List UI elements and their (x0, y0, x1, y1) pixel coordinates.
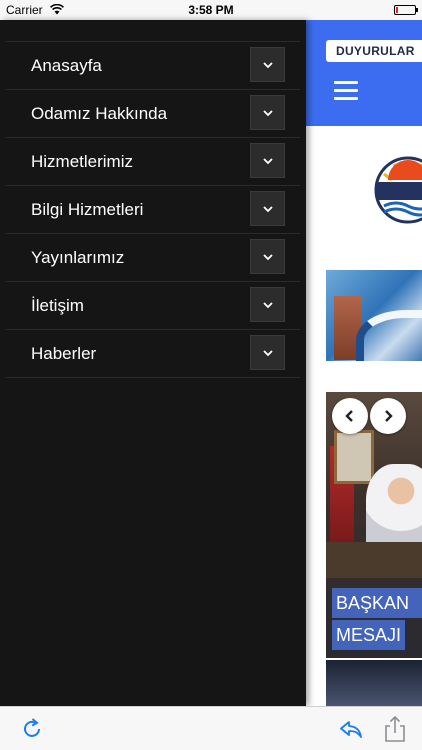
bottom-toolbar (0, 706, 422, 750)
expand-button[interactable] (250, 191, 285, 226)
share-icon[interactable] (381, 715, 409, 743)
chevron-down-icon (262, 349, 273, 356)
chevron-down-icon (262, 157, 273, 164)
menu-item-iletisim[interactable]: İletişim (6, 282, 300, 330)
menu-item-label: Anasayfa (31, 56, 102, 75)
menu-item-label: Haberler (31, 344, 97, 363)
slider-next-button[interactable] (370, 398, 406, 434)
menu-item-label: Bilgi Hizmetleri (31, 200, 144, 219)
menu-item-label: Yayınlarımız (31, 248, 125, 267)
menu-item-hizmetlerimiz[interactable]: Hizmetlerimiz (6, 138, 300, 186)
menu-item-label: İletişim (31, 296, 84, 315)
menu-item-yayinlarimiz[interactable]: Yayınlarımız (6, 234, 300, 282)
hamburger-menu-icon[interactable] (334, 81, 358, 101)
chevron-down-icon (262, 109, 273, 116)
main-page: DUYURULAR BAŞKAN MESAJI (306, 20, 422, 706)
slider-caption-line2[interactable]: MESAJI (332, 620, 406, 650)
chevron-down-icon (262, 301, 273, 308)
menu-item-anasayfa[interactable]: Anasayfa (6, 42, 300, 90)
slider-caption-line1[interactable]: BAŞKAN (332, 588, 422, 618)
refresh-icon[interactable] (18, 715, 46, 743)
side-drawer: Anasayfa Odamız Hakkında Hizmetlerimiz B… (0, 20, 306, 706)
news-slider-image[interactable] (326, 392, 422, 658)
reply-icon[interactable] (337, 715, 365, 743)
news-thumbnail[interactable] (326, 660, 422, 706)
chevron-right-icon (385, 410, 393, 422)
menu-item-label: Odamız Hakkında (31, 104, 168, 123)
chevron-left-icon (345, 410, 353, 422)
battery-icon (394, 5, 418, 15)
expand-button[interactable] (250, 95, 285, 130)
expand-button[interactable] (250, 143, 285, 178)
chevron-down-icon (262, 61, 273, 68)
chamber-logo (374, 156, 422, 224)
status-time: 3:58 PM (188, 3, 234, 17)
chevron-down-icon (262, 253, 273, 260)
chevron-down-icon (262, 205, 273, 212)
menu-item-bilgi-hizmetleri[interactable]: Bilgi Hizmetleri (6, 186, 300, 234)
menu-item-label: Hizmetlerimiz (31, 152, 133, 171)
expand-button[interactable] (250, 47, 285, 82)
expand-button[interactable] (250, 239, 285, 274)
drawer-menu: Anasayfa Odamız Hakkında Hizmetlerimiz B… (6, 42, 300, 378)
menu-item-odamiz-hakkinda[interactable]: Odamız Hakkında (6, 90, 300, 138)
announcements-button[interactable]: DUYURULAR (326, 40, 422, 62)
city-banner-image[interactable] (326, 270, 422, 361)
menu-item-haberler[interactable]: Haberler (6, 330, 300, 378)
slider-prev-button[interactable] (332, 398, 368, 434)
expand-button[interactable] (250, 287, 285, 322)
expand-button[interactable] (250, 335, 285, 370)
page-header: DUYURULAR (306, 20, 422, 126)
status-bar: Carrier 3:58 PM (0, 0, 422, 20)
